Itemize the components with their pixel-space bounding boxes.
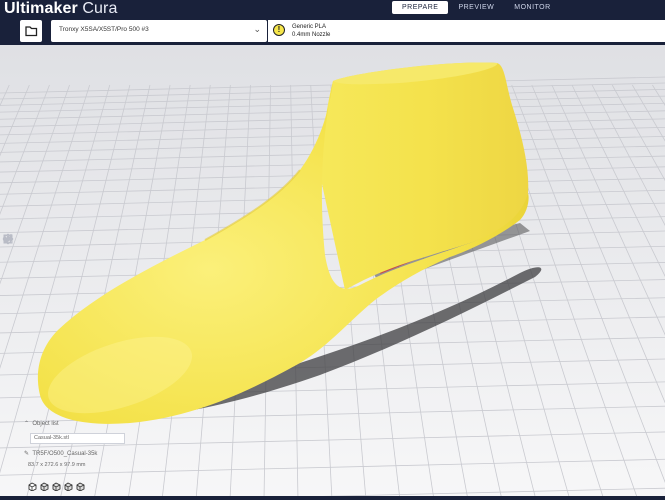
object-list-label: Object list (32, 421, 59, 427)
warning-icon: ! (273, 24, 285, 36)
machine-selector[interactable]: Tronxy X5SA/X5ST/Pro 500 #3 ⌄ (51, 20, 267, 42)
chevron-down-icon: ⌄ (253, 24, 261, 34)
job-name[interactable]: ✎ TR5F/O500_Casual-35k (24, 450, 97, 457)
logo-brand: Ultimaker (4, 0, 78, 17)
right-view-icon (76, 482, 85, 492)
scene-canvas (0, 45, 665, 500)
top-view-button[interactable] (52, 478, 61, 492)
app-logo: Ultimaker Cura (4, 0, 117, 18)
object-list-item[interactable]: Casual-35k.stl (30, 433, 125, 444)
tab-preview[interactable]: PREVIEW (448, 1, 504, 14)
open-file-button[interactable] (20, 20, 42, 42)
header-bar: Ultimaker Cura PREPARE PREVIEW MONITOR (0, 0, 665, 17)
front-view-button[interactable] (40, 478, 49, 492)
material-name: Generic PLA (292, 24, 327, 30)
front-view-icon (40, 482, 49, 492)
mirror-tool[interactable] (2, 234, 14, 320)
stage-tabs: PREPARE PREVIEW MONITOR (392, 0, 561, 15)
right-view-button[interactable] (76, 478, 85, 492)
nozzle-size: 0.4mm Nozzle (292, 32, 331, 38)
camera-view-buttons (28, 478, 85, 492)
support-blocker-tool[interactable] (2, 233, 14, 370)
logo-product: Cura (77, 0, 118, 17)
bottom-edge (0, 496, 665, 500)
support-blocker-icon (4, 233, 12, 244)
tab-monitor[interactable]: MONITOR (504, 1, 560, 14)
scale-tool[interactable] (2, 234, 14, 270)
top-view-icon (52, 482, 61, 492)
3d-view-button[interactable] (28, 478, 37, 492)
tool-panel (2, 233, 16, 383)
left-view-button[interactable] (64, 478, 73, 492)
left-view-icon (64, 482, 73, 492)
tab-prepare[interactable]: PREPARE (392, 1, 449, 14)
object-list-header[interactable]: ⌃ Object list (24, 420, 59, 427)
model-dimensions: 83.7 x 272.6 x 97.9 mm (28, 462, 86, 468)
material-selector[interactable]: ! Generic PLA 0.4mm Nozzle (268, 20, 665, 42)
job-name-label: TR5F/O500_Casual-35k (32, 451, 98, 457)
folder-icon (25, 26, 38, 37)
build-plate-viewport[interactable] (0, 45, 665, 500)
per-model-settings-tool[interactable] (2, 234, 14, 345)
machine-name: Tronxy X5SA/X5ST/Pro 500 #3 (59, 26, 149, 33)
3d-view-icon (28, 482, 37, 492)
rotate-tool[interactable] (2, 234, 14, 295)
